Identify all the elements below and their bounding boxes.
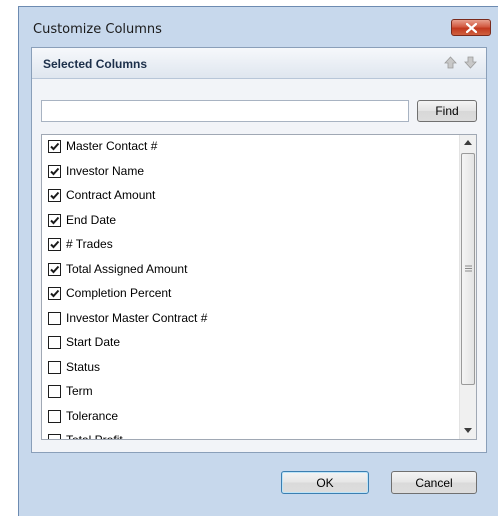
find-button[interactable]: Find bbox=[417, 100, 477, 122]
column-checkbox[interactable] bbox=[48, 140, 61, 153]
column-checkbox[interactable] bbox=[48, 287, 61, 300]
checkmark-icon bbox=[50, 216, 60, 224]
column-label: Tolerance bbox=[66, 408, 119, 423]
column-list-item[interactable]: End Date bbox=[42, 209, 459, 234]
column-list-item[interactable]: Total Assigned Amount bbox=[42, 258, 459, 283]
column-label: Investor Master Contract # bbox=[66, 310, 208, 325]
vertical-scrollbar[interactable] bbox=[459, 135, 476, 439]
column-label: Start Date bbox=[66, 335, 121, 349]
scroll-down-icon[interactable] bbox=[464, 428, 472, 433]
panel-title: Selected Columns bbox=[43, 57, 148, 71]
column-label: Master Contact # bbox=[66, 139, 158, 153]
checkmark-icon bbox=[50, 142, 60, 151]
checkmark-icon bbox=[50, 191, 60, 200]
column-label: Total Assigned Amount bbox=[66, 261, 188, 276]
column-label: Contract Amount bbox=[66, 188, 156, 202]
column-label: Total Profit bbox=[66, 433, 123, 440]
column-list-item[interactable]: Contract Amount bbox=[42, 184, 459, 209]
dialog-title: Customize Columns bbox=[33, 22, 162, 37]
move-down-icon[interactable] bbox=[464, 56, 477, 69]
column-checkbox[interactable] bbox=[48, 385, 61, 398]
columns-list: Master Contact # Investor Name Contract Am… bbox=[41, 134, 477, 440]
search-input[interactable] bbox=[41, 100, 409, 122]
column-checkbox[interactable] bbox=[48, 409, 61, 423]
column-checkbox[interactable] bbox=[48, 189, 61, 202]
column-checkbox[interactable] bbox=[48, 360, 61, 374]
column-list-item[interactable]: Investor Master Contract # bbox=[42, 307, 459, 332]
column-checkbox[interactable] bbox=[48, 311, 61, 325]
column-list-item[interactable]: Status bbox=[42, 356, 459, 381]
checkmark-icon bbox=[50, 265, 60, 273]
selected-columns-panel: Selected Columns Find Master Contact # In… bbox=[31, 47, 487, 453]
column-list-item[interactable]: Completion Percent bbox=[42, 282, 459, 307]
column-checkbox[interactable] bbox=[48, 336, 61, 349]
column-list-item[interactable]: Total Profit bbox=[42, 429, 459, 440]
columns-list-items: Master Contact # Investor Name Contract Am… bbox=[42, 135, 459, 440]
scroll-thumb[interactable] bbox=[461, 153, 475, 385]
column-checkbox[interactable] bbox=[48, 238, 61, 251]
checkmark-icon bbox=[50, 289, 60, 298]
scroll-up-icon[interactable] bbox=[464, 140, 472, 145]
close-button[interactable] bbox=[451, 19, 491, 36]
column-label: Term bbox=[66, 384, 93, 398]
close-icon bbox=[466, 23, 477, 33]
column-list-item[interactable]: Start Date bbox=[42, 331, 459, 356]
grip-icon bbox=[465, 265, 472, 272]
column-list-item[interactable]: # Trades bbox=[42, 233, 459, 258]
column-label: # Trades bbox=[66, 237, 113, 251]
checkmark-icon bbox=[50, 167, 60, 175]
column-list-item[interactable]: Tolerance bbox=[42, 405, 459, 430]
column-checkbox[interactable] bbox=[48, 164, 61, 178]
column-label: End Date bbox=[66, 212, 117, 227]
column-list-item[interactable]: Master Contact # bbox=[42, 135, 459, 160]
ok-button[interactable]: OK bbox=[281, 471, 369, 494]
customize-columns-dialog: Customize Columns Selected Columns Find … bbox=[18, 6, 498, 516]
column-checkbox[interactable] bbox=[48, 434, 61, 439]
panel-header: Selected Columns bbox=[32, 48, 486, 79]
title-bar[interactable]: Customize Columns bbox=[19, 7, 498, 47]
column-checkbox[interactable] bbox=[48, 262, 61, 276]
move-up-icon[interactable] bbox=[444, 56, 457, 69]
column-list-item[interactable]: Term bbox=[42, 380, 459, 405]
cancel-button[interactable]: Cancel bbox=[391, 471, 477, 494]
column-label: Status bbox=[66, 359, 101, 374]
column-label: Investor Name bbox=[66, 163, 145, 178]
column-checkbox[interactable] bbox=[48, 213, 61, 227]
column-label: Completion Percent bbox=[66, 286, 172, 300]
column-list-item[interactable]: Investor Name bbox=[42, 160, 459, 185]
checkmark-icon bbox=[50, 240, 60, 249]
